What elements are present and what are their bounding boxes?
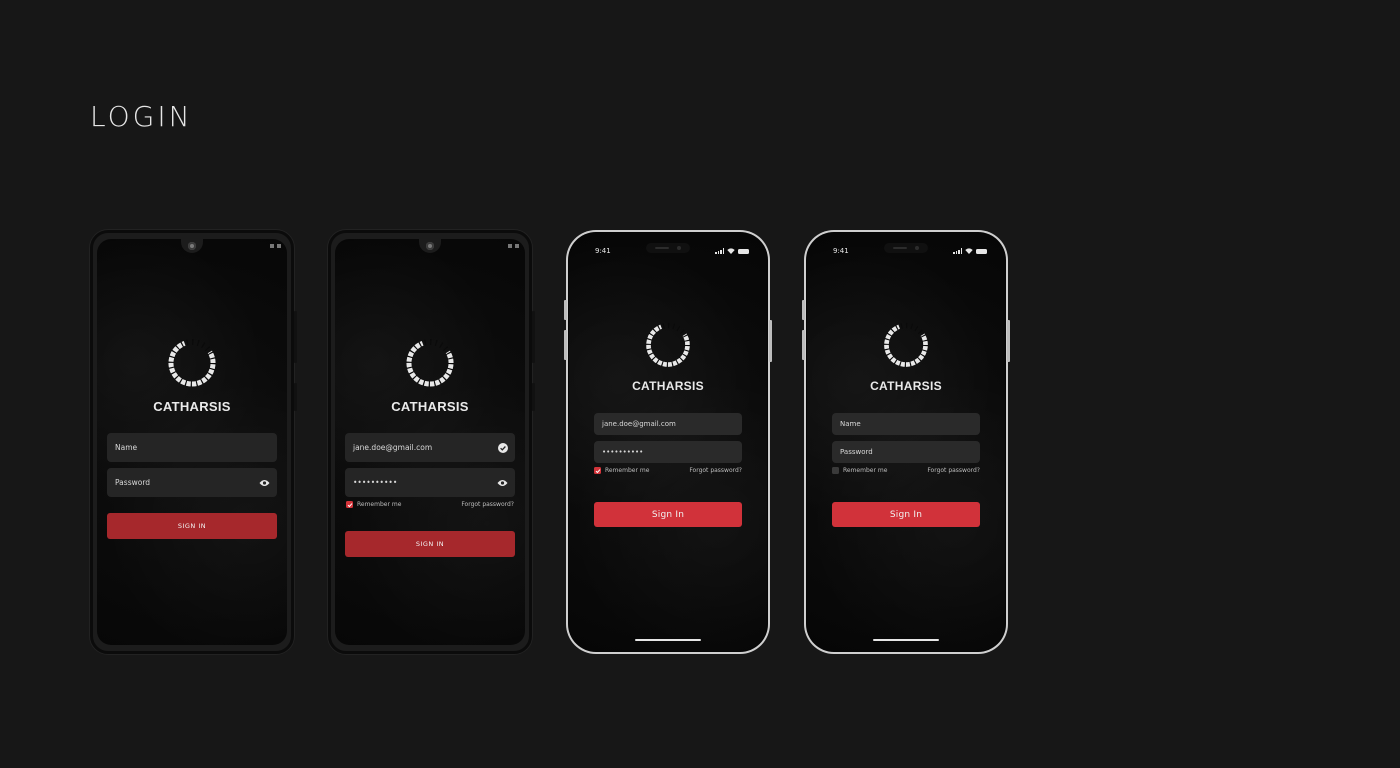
eye-icon[interactable] (259, 477, 270, 488)
side-button (532, 383, 535, 411)
status-time: 9:41 (595, 247, 611, 255)
name-input[interactable]: Name (832, 413, 980, 435)
remember-me-label: Remember me (843, 467, 888, 474)
sign-in-button[interactable]: SIGN IN (107, 513, 277, 539)
android-phone-empty: CATHARSIS Name Password SIGN IN (90, 230, 297, 654)
dynamic-island (884, 243, 928, 253)
eye-icon[interactable] (497, 477, 508, 488)
signal-icon (715, 248, 724, 254)
login-options: Remember me Forgot password? (346, 501, 514, 508)
status-bar-icons (270, 244, 281, 248)
password-input[interactable]: •••••••••• (594, 441, 742, 463)
email-input-text: jane.doe@gmail.com (602, 420, 676, 428)
remember-me[interactable]: Remember me (594, 467, 649, 474)
status-bar-icons (508, 244, 519, 248)
remember-me-checkbox[interactable] (346, 501, 353, 508)
remember-me-label: Remember me (605, 467, 650, 474)
catharsis-logo-icon (883, 322, 929, 368)
catharsis-logo-icon (168, 339, 216, 387)
catharsis-logo-icon (406, 339, 454, 387)
password-input-text: Password (840, 448, 873, 456)
name-input-text: Name (840, 420, 861, 428)
check-circle-icon (497, 442, 508, 453)
side-button (294, 383, 297, 411)
camera-notch (181, 239, 203, 253)
brand-name: CATHARSIS (870, 379, 942, 393)
remember-me-checkbox[interactable] (832, 467, 839, 474)
side-button (802, 330, 805, 360)
home-indicator (873, 638, 939, 641)
side-button (1007, 320, 1010, 362)
password-input-text: Password (115, 478, 151, 487)
sign-in-button[interactable]: Sign In (594, 502, 742, 527)
battery-icon (976, 248, 987, 254)
android-phone-filled: CATHARSIS jane.doe@gmail.com •••••••••• … (328, 230, 535, 654)
brand-name: CATHARSIS (153, 399, 231, 414)
phone-screen: CATHARSIS jane.doe@gmail.com •••••••••• … (335, 239, 525, 645)
phone-screen: 9:41 CATHARSIS Name Password Remember me… (807, 233, 1005, 651)
side-button (564, 330, 567, 360)
sign-in-button[interactable]: Sign In (832, 502, 980, 527)
side-button (564, 300, 567, 320)
remember-me-label: Remember me (357, 501, 402, 508)
side-button (802, 300, 805, 320)
name-input[interactable]: Name (107, 433, 277, 462)
password-input-text: •••••••••• (353, 478, 398, 487)
status-bar-icons (715, 248, 749, 254)
wifi-icon (965, 248, 973, 254)
dynamic-island (646, 243, 690, 253)
wifi-icon (727, 248, 735, 254)
battery-icon (738, 248, 749, 254)
forgot-password-link[interactable]: Forgot password? (927, 467, 980, 474)
catharsis-logo-icon (645, 322, 691, 368)
password-input[interactable]: Password (107, 468, 277, 497)
status-bar-icons (953, 248, 987, 254)
remember-me[interactable]: Remember me (832, 467, 887, 474)
email-input[interactable]: jane.doe@gmail.com (594, 413, 742, 435)
phone-screen: 9:41 CATHARSIS jane.doe@gmail.com ••••••… (569, 233, 767, 651)
side-button (769, 320, 772, 362)
brand-name: CATHARSIS (391, 399, 469, 414)
email-input[interactable]: jane.doe@gmail.com (345, 433, 515, 462)
phone-screen: CATHARSIS Name Password SIGN IN (97, 239, 287, 645)
ios-phone-filled: 9:41 CATHARSIS jane.doe@gmail.com ••••••… (564, 230, 772, 654)
forgot-password-link[interactable]: Forgot password? (461, 501, 514, 508)
camera-notch (419, 239, 441, 253)
remember-me[interactable]: Remember me (346, 501, 401, 508)
status-time: 9:41 (833, 247, 849, 255)
login-options: Remember me Forgot password? (832, 467, 980, 474)
home-indicator (635, 638, 701, 641)
signal-icon (953, 248, 962, 254)
name-input-text: Name (115, 443, 138, 452)
email-input-text: jane.doe@gmail.com (353, 443, 433, 452)
ios-phone-empty: 9:41 CATHARSIS Name Password Remember me… (802, 230, 1010, 654)
forgot-password-link[interactable]: Forgot password? (689, 467, 742, 474)
password-input-text: •••••••••• (602, 448, 644, 456)
login-options: Remember me Forgot password? (594, 467, 742, 474)
side-button (532, 311, 535, 363)
brand-name: CATHARSIS (632, 379, 704, 393)
password-input[interactable]: •••••••••• (345, 468, 515, 497)
sign-in-button[interactable]: SIGN IN (345, 531, 515, 557)
password-input[interactable]: Password (832, 441, 980, 463)
remember-me-checkbox[interactable] (594, 467, 601, 474)
side-button (294, 311, 297, 363)
page-title: LOGIN (90, 100, 193, 133)
